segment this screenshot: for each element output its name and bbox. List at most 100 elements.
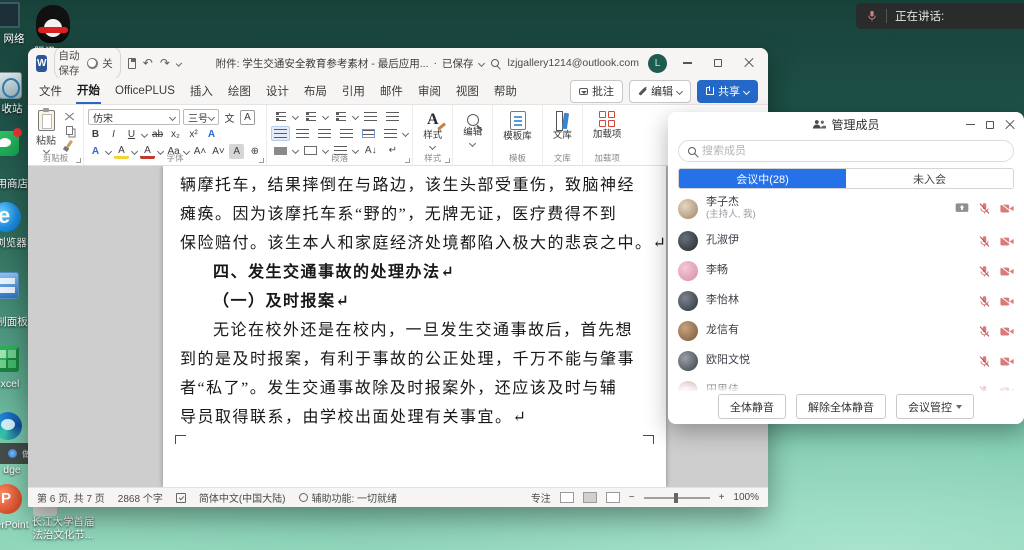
- subscript-button[interactable]: x₂: [168, 127, 183, 142]
- qq-icon[interactable]: [36, 5, 70, 43]
- numbering-button[interactable]: [301, 109, 320, 124]
- account-avatar[interactable]: L: [648, 54, 667, 73]
- web-layout-icon[interactable]: [606, 492, 620, 503]
- read-mode-icon[interactable]: [560, 492, 574, 503]
- member-row[interactable]: 李怡林: [678, 286, 1014, 316]
- minimize-button[interactable]: [676, 53, 698, 73]
- member-row[interactable]: 孔淑伊: [678, 226, 1014, 256]
- superscript-button[interactable]: x²: [186, 127, 201, 142]
- share-button[interactable]: 共享: [697, 80, 758, 103]
- member-row[interactable]: 李子杰(主持人, 我): [678, 191, 1014, 226]
- bullets-button[interactable]: [271, 109, 290, 124]
- recycle-bin-icon[interactable]: [0, 72, 22, 99]
- print-layout-icon[interactable]: [583, 492, 597, 503]
- character-border-button[interactable]: A: [240, 110, 255, 125]
- zoom-out-button[interactable]: −: [629, 492, 635, 503]
- member-row[interactable]: 田思佳: [678, 376, 1014, 391]
- control-panel-icon[interactable]: [0, 272, 19, 299]
- camera-off-icon[interactable]: [1000, 356, 1014, 367]
- member-row[interactable]: 李畅: [678, 256, 1014, 286]
- camera-off-icon[interactable]: [1000, 326, 1014, 337]
- maximize-button[interactable]: [707, 53, 729, 73]
- distribute-button[interactable]: [359, 126, 378, 141]
- tab-home[interactable]: 开始: [76, 78, 101, 104]
- focus-mode-button[interactable]: 专注: [531, 490, 551, 505]
- tab-references[interactable]: 引用: [341, 79, 366, 103]
- zoom-slider-thumb[interactable]: [674, 493, 678, 503]
- panel-close-button[interactable]: [1000, 115, 1020, 135]
- spellcheck-icon[interactable]: [176, 493, 186, 503]
- bold-button[interactable]: B: [88, 127, 103, 142]
- decrease-indent-button[interactable]: [361, 109, 380, 124]
- font-name-select[interactable]: 仿宋: [88, 109, 180, 125]
- italic-button[interactable]: I: [106, 127, 121, 142]
- comments-button[interactable]: 批注: [570, 80, 623, 103]
- justify-button[interactable]: [337, 126, 356, 141]
- tab-in-meeting[interactable]: 会议中(28): [679, 169, 846, 188]
- close-button[interactable]: [738, 53, 760, 73]
- member-search-input[interactable]: [702, 145, 1004, 157]
- screen-share-icon[interactable]: [955, 203, 969, 214]
- meeting-controls-button[interactable]: 会议管控: [896, 394, 974, 419]
- member-row[interactable]: 欧阳文悦: [678, 346, 1014, 376]
- camera-off-icon[interactable]: [1000, 296, 1014, 307]
- underline-button[interactable]: U: [124, 127, 139, 142]
- saved-status[interactable]: 已保存: [442, 56, 474, 71]
- mic-muted-icon[interactable]: [978, 325, 991, 338]
- tab-draw[interactable]: 绘图: [227, 79, 252, 103]
- tab-insert[interactable]: 插入: [189, 79, 214, 103]
- network-icon[interactable]: [0, 2, 20, 28]
- cut-button[interactable]: [62, 110, 77, 122]
- align-right-button[interactable]: [315, 126, 334, 141]
- styles-button[interactable]: A 样式: [417, 108, 448, 149]
- text-effects-button[interactable]: A: [204, 127, 219, 142]
- unmute-all-button[interactable]: 解除全体静音: [796, 394, 886, 419]
- page-indicator[interactable]: 第 6 页, 共 7 页: [37, 490, 105, 505]
- tab-design[interactable]: 设计: [265, 79, 290, 103]
- word-count[interactable]: 2868 个字: [118, 490, 163, 505]
- customize-toolbar-icon[interactable]: [176, 60, 182, 66]
- member-search-box[interactable]: [678, 140, 1014, 162]
- format-painter-button[interactable]: [62, 138, 77, 150]
- mic-muted-icon[interactable]: [978, 202, 991, 215]
- excel-icon[interactable]: [0, 346, 19, 372]
- mic-muted-icon[interactable]: [978, 265, 991, 278]
- language-indicator[interactable]: 简体中文(中国大陆): [199, 490, 286, 505]
- tab-help[interactable]: 帮助: [493, 79, 518, 103]
- align-left-button[interactable]: [271, 126, 290, 141]
- zoom-level[interactable]: 100%: [733, 492, 759, 503]
- font-size-select[interactable]: 三号: [183, 109, 219, 125]
- mic-muted-icon[interactable]: [978, 355, 991, 368]
- account-email[interactable]: lzjgallery1214@outlook.com: [508, 57, 639, 69]
- tab-view[interactable]: 视图: [455, 79, 480, 103]
- tab-review[interactable]: 审阅: [417, 79, 442, 103]
- camera-off-icon[interactable]: [1000, 266, 1014, 277]
- dialog-launcher-icon[interactable]: [405, 158, 410, 163]
- tab-not-joined[interactable]: 未入会: [846, 169, 1013, 188]
- chevron-down-icon[interactable]: [477, 59, 484, 66]
- accessibility-status[interactable]: 辅助功能: 一切就绪: [299, 490, 398, 505]
- redo-icon[interactable]: ↷: [160, 56, 170, 70]
- strikethrough-button[interactable]: ab: [150, 127, 165, 142]
- library-button[interactable]: 文库: [547, 108, 578, 142]
- member-row[interactable]: 龙信有: [678, 316, 1014, 346]
- document-page[interactable]: 辆摩托车，结果摔倒在与路边，该生头部受重伤，致脑神经 瘫痪。因为该摩托车系“野的…: [163, 166, 666, 487]
- tab-mailings[interactable]: 邮件: [379, 79, 404, 103]
- dialog-launcher-icon[interactable]: [76, 158, 81, 163]
- multilevel-list-button[interactable]: [331, 109, 350, 124]
- zoom-slider[interactable]: [644, 497, 710, 499]
- addins-button[interactable]: 加载项: [587, 108, 628, 141]
- line-spacing-button[interactable]: [381, 126, 400, 141]
- template-library-button[interactable]: 模板库: [497, 108, 538, 143]
- tab-file[interactable]: 文件: [38, 79, 63, 103]
- zoom-in-button[interactable]: +: [719, 492, 725, 503]
- search-icon[interactable]: [491, 59, 499, 67]
- panel-maximize-button[interactable]: [980, 115, 1000, 135]
- powerpoint-icon[interactable]: [0, 484, 22, 514]
- panel-minimize-button[interactable]: [960, 115, 980, 135]
- edge-icon[interactable]: [0, 412, 22, 440]
- member-list[interactable]: 李子杰(主持人, 我) 孔淑伊 李畅 李怡林: [668, 189, 1024, 391]
- document-canvas[interactable]: 辆摩托车，结果摔倒在与路边，该生头部受重伤，致脑神经 瘫痪。因为该摩托车系“野的…: [28, 166, 768, 487]
- align-center-button[interactable]: [293, 126, 312, 141]
- dialog-launcher-icon[interactable]: [259, 158, 264, 163]
